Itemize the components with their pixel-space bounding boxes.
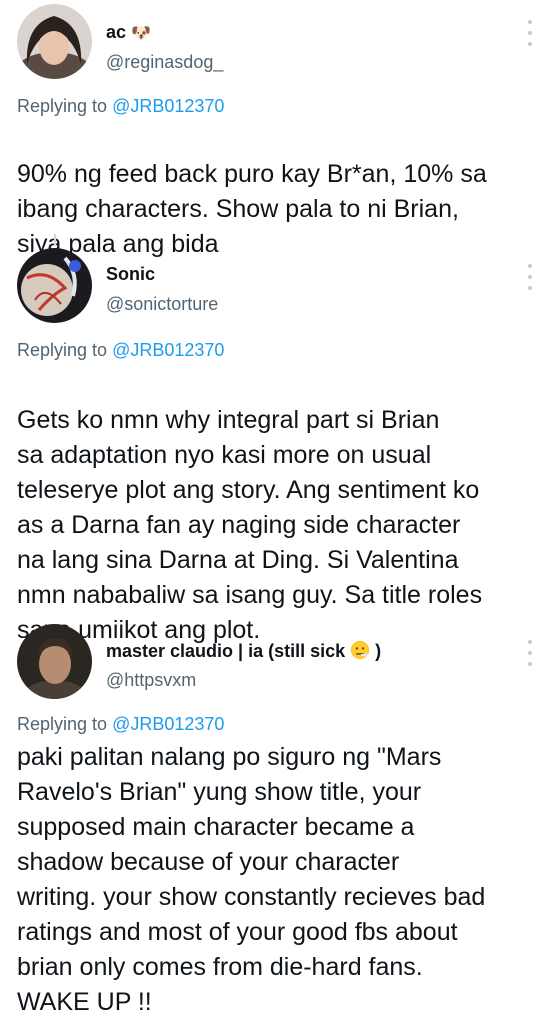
replying-to: Replying to @JRB012370: [17, 96, 225, 116]
avatar[interactable]: [17, 624, 92, 699]
username[interactable]: @sonictorture: [106, 294, 218, 315]
avatar[interactable]: [17, 4, 92, 79]
avatar[interactable]: [17, 248, 92, 323]
thread-connector: [54, 234, 56, 246]
dog-face-emoji: 🐶: [131, 23, 151, 42]
username[interactable]: @reginasdog_: [106, 52, 223, 73]
more-vertical-icon[interactable]: [522, 20, 538, 46]
mention-link[interactable]: @JRB012370: [112, 96, 224, 116]
mention-link[interactable]: @JRB012370: [112, 340, 224, 360]
mention-link[interactable]: @JRB012370: [112, 714, 224, 734]
more-vertical-icon[interactable]: [522, 264, 538, 290]
tweet-3[interactable]: master claudio | ia (still sick ) @https…: [0, 620, 559, 1024]
replying-to: Replying to @JRB012370: [17, 714, 225, 734]
display-name[interactable]: ac 🐶: [106, 22, 151, 43]
username[interactable]: @httpsvxm: [106, 670, 196, 691]
more-vertical-icon[interactable]: [522, 640, 538, 666]
display-name[interactable]: Sonic: [106, 264, 155, 285]
face-with-thermometer-emoji: [350, 640, 370, 660]
tweet-text: paki palitan nalang po siguro ng "Mars R…: [17, 743, 486, 1016]
display-name[interactable]: master claudio | ia (still sick ): [106, 640, 381, 662]
replying-to: Replying to @JRB012370: [17, 340, 225, 360]
tweet-2[interactable]: Sonic @sonictorture Replying to @JRB0123…: [0, 248, 559, 676]
reply-thread: ac 🐶 @reginasdog_ Replying to @JRB012370…: [0, 0, 559, 1024]
tweet-1[interactable]: ac 🐶 @reginasdog_ Replying to @JRB012370…: [0, 0, 559, 290]
